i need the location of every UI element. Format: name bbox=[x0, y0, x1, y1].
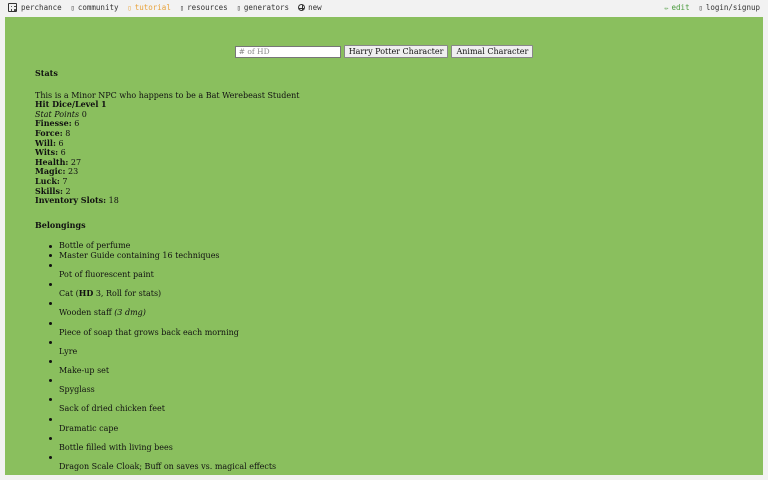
belongings-heading: Belongings bbox=[35, 219, 86, 230]
nav-resources-label: resources bbox=[187, 3, 228, 12]
hit-dice-row: Hit Dice/Level 1 bbox=[35, 99, 735, 110]
inventory-label: Inventory Slots: bbox=[35, 195, 107, 206]
force-value: 8 bbox=[65, 128, 71, 138]
magic-value: 23 bbox=[68, 167, 79, 177]
inventory-row: Inventory Slots: 18 bbox=[35, 195, 735, 206]
hit-dice-label: Hit Dice/Level bbox=[35, 99, 99, 110]
nav-edit-label: edit bbox=[671, 3, 690, 12]
resources-icon: ▯ bbox=[179, 3, 185, 12]
finesse-value: 6 bbox=[74, 119, 80, 129]
pencil-icon: ✏ bbox=[664, 3, 669, 12]
stat-points-row: Stat Points 0 bbox=[35, 110, 735, 120]
luck-row: Luck: 7 bbox=[35, 175, 735, 187]
will-row: Will: 6 bbox=[35, 137, 735, 149]
community-icon: ▯ bbox=[70, 3, 75, 12]
health-row: Health: 27 bbox=[35, 156, 735, 168]
list-item: Lyre bbox=[49, 337, 735, 356]
nav-login-label: login/signup bbox=[705, 3, 760, 12]
nav-tutorial[interactable]: ▯ tutorial bbox=[128, 3, 171, 12]
list-item-text: Piece of soap that grows back each morni… bbox=[59, 327, 239, 337]
generators-icon: ▯ bbox=[236, 3, 241, 12]
cat-hd: HD bbox=[78, 288, 94, 299]
staff-text: Wooden staff bbox=[59, 308, 112, 318]
nav-tutorial-label: tutorial bbox=[134, 3, 171, 12]
hit-dice-input[interactable] bbox=[234, 45, 341, 58]
nav-new[interactable]: new bbox=[298, 3, 322, 12]
plus-circle-icon bbox=[298, 4, 306, 11]
top-nav: perchance ▯ community ▯ tutorial ▯ resou… bbox=[0, 0, 768, 16]
list-item: Sack of dried chicken feet bbox=[49, 395, 735, 414]
wits-row: Wits: 6 bbox=[35, 147, 735, 158]
brand-link[interactable]: perchance bbox=[8, 3, 62, 12]
list-item: Dramatic cape bbox=[49, 414, 735, 433]
list-item-text: Dramatic cape bbox=[59, 423, 119, 433]
will-label: Will: bbox=[35, 137, 56, 148]
list-item: Piece of soap that grows back each morni… bbox=[49, 318, 735, 337]
tutorial-icon: ▯ bbox=[127, 3, 132, 12]
list-item: Spyglass bbox=[49, 376, 735, 395]
belongings-list: Bottle of perfume Master Guide containin… bbox=[35, 241, 735, 475]
list-item-text: Dragon Scale Cloak; Buff on saves vs. ma… bbox=[59, 461, 277, 471]
user-icon: ▯ bbox=[698, 3, 703, 12]
nav-generators[interactable]: ▯ generators bbox=[237, 3, 289, 12]
animal-character-button[interactable]: Animal Character bbox=[451, 45, 534, 58]
force-row: Force: 8 bbox=[35, 127, 735, 139]
list-item-text: Make-up set bbox=[59, 366, 110, 376]
list-item: Dragon Scale Cloak; Buff on saves vs. ma… bbox=[49, 452, 735, 471]
generator-controls: Harry Potter Character Animal Character bbox=[5, 45, 763, 58]
list-item: Bottle of perfume bbox=[49, 241, 735, 251]
list-item-text: Spyglass bbox=[59, 385, 95, 395]
list-item-text: Lyre bbox=[59, 346, 78, 356]
luck-value: 7 bbox=[62, 176, 68, 186]
harry-potter-character-button[interactable]: Harry Potter Character bbox=[343, 45, 449, 58]
list-item: Make-up set bbox=[49, 356, 735, 376]
nav-resources[interactable]: ▯ resources bbox=[180, 3, 228, 12]
cat-suffix: 3, Roll for stats) bbox=[93, 289, 162, 299]
nav-login[interactable]: ▯ login/signup bbox=[699, 3, 760, 12]
list-item-text: Wooden staff (3 dmg) bbox=[59, 308, 146, 318]
nav-right: ✏ edit ▯ login/signup bbox=[664, 3, 760, 12]
magic-row: Magic: 23 bbox=[35, 167, 735, 177]
stats-heading: Stats bbox=[35, 68, 58, 78]
nav-community[interactable]: ▯ community bbox=[71, 3, 119, 12]
list-item bbox=[59, 472, 735, 475]
nav-new-label: new bbox=[308, 3, 322, 12]
health-value: 27 bbox=[70, 157, 82, 167]
nav-left: perchance ▯ community ▯ tutorial ▯ resou… bbox=[8, 3, 331, 12]
luck-label: Luck: bbox=[35, 175, 60, 186]
finesse-row: Finesse: 6 bbox=[35, 119, 735, 129]
nav-edit[interactable]: ✏ edit bbox=[664, 3, 689, 12]
nav-generators-label: generators bbox=[243, 3, 290, 12]
inventory-value: 18 bbox=[108, 196, 119, 206]
will-value: 6 bbox=[58, 138, 64, 148]
wits-label: Wits: bbox=[35, 147, 59, 158]
list-item-text: Bottle filled with living bees bbox=[59, 442, 173, 452]
hit-dice-value: 1 bbox=[100, 99, 107, 110]
list-item: Bottle filled with living bees bbox=[49, 433, 735, 452]
nav-community-label: community bbox=[77, 3, 119, 12]
brand-label: perchance bbox=[21, 3, 62, 12]
list-item-text: Pot of fluorescent paint bbox=[59, 270, 154, 280]
list-item-text: Cat (HD 3, Roll for stats) bbox=[59, 288, 162, 299]
skills-row: Skills: 2 bbox=[35, 185, 735, 197]
cat-prefix: Cat ( bbox=[59, 289, 79, 299]
list-item: Wooden staff (3 dmg) bbox=[49, 299, 735, 318]
staff-damage: (3 dmg) bbox=[114, 308, 146, 318]
finesse-label: Finesse: bbox=[35, 118, 72, 129]
skills-label: Skills: bbox=[35, 185, 63, 196]
magic-label: Magic: bbox=[35, 166, 66, 177]
dice-logo-icon bbox=[8, 3, 17, 12]
character-sheet: Stats This is a Minor NPC who happens to… bbox=[35, 68, 735, 475]
character-intro: This is a Minor NPC who happens to be a … bbox=[35, 90, 300, 100]
generator-output-area: Harry Potter Character Animal Character … bbox=[5, 17, 763, 475]
list-item: Master Guide containing 16 techniques bbox=[49, 251, 735, 261]
list-item-text: Sack of dried chicken feet bbox=[59, 404, 165, 414]
stat-points-value: 0 bbox=[81, 109, 87, 119]
health-label: Health: bbox=[35, 156, 69, 167]
list-item: Cat (HD 3, Roll for stats) bbox=[49, 280, 735, 299]
force-label: Force: bbox=[35, 127, 63, 138]
list-item: Pot of fluorescent paint bbox=[49, 261, 735, 280]
